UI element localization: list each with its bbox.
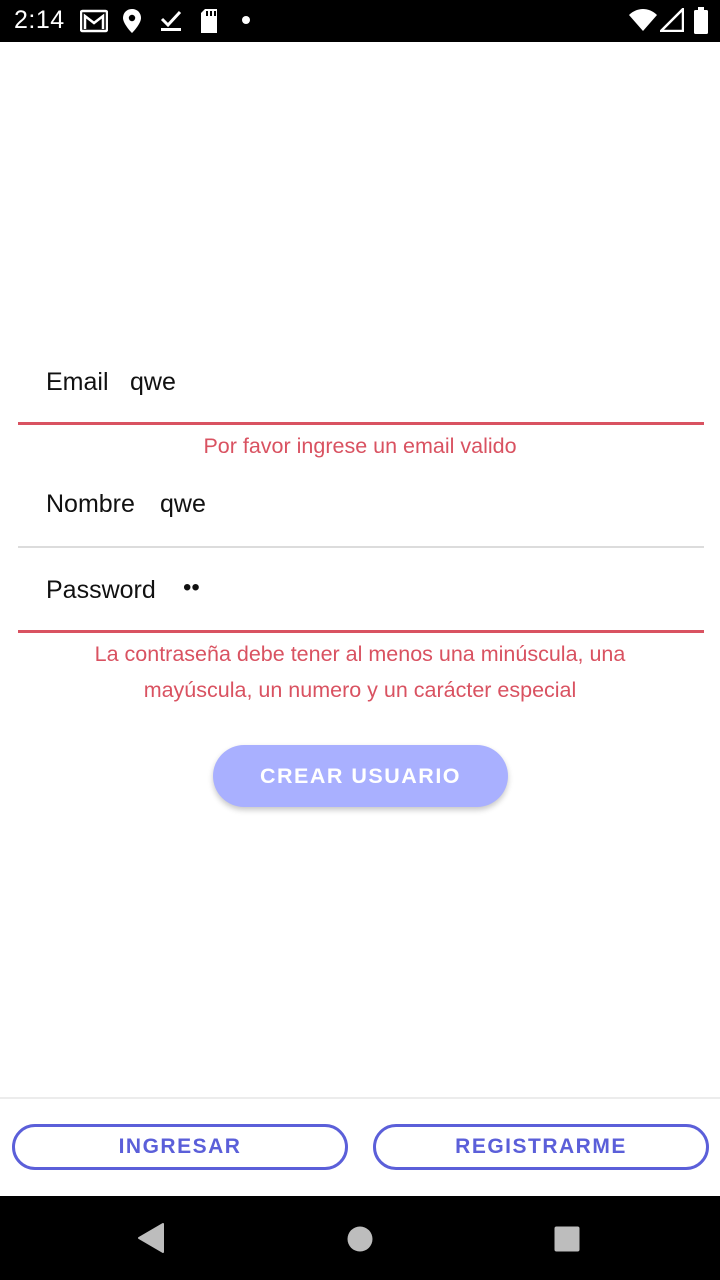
dot-icon [242,16,250,24]
bottom-divider [0,1097,720,1099]
wifi-icon [629,9,657,31]
status-bar: 2:14 [0,0,720,42]
email-value[interactable]: qwe [130,368,176,397]
check-download-icon [160,10,182,31]
gmail-icon [80,9,108,33]
password-field[interactable]: Password •• [18,568,704,638]
password-underline [18,630,704,633]
nombre-label: Nombre [46,490,135,518]
register-button[interactable]: REGISTRARME [373,1124,709,1170]
email-field[interactable]: Email qwe [18,360,704,430]
login-button[interactable]: INGRESAR [12,1124,348,1170]
nombre-field[interactable]: Nombre qwe [18,482,704,552]
home-icon[interactable] [346,1225,374,1253]
email-underline [18,422,704,425]
nombre-value[interactable]: qwe [160,490,206,519]
password-error-line-2: mayúscula, un numero y un carácter espec… [143,678,577,702]
signal-icon [660,8,684,32]
navigation-bar [0,1196,720,1280]
status-time: 2:14 [14,6,65,34]
create-user-button[interactable]: CREAR USUARIO [213,745,508,807]
back-icon[interactable] [137,1222,165,1254]
recents-icon[interactable] [553,1225,581,1253]
location-icon [123,9,141,33]
password-value[interactable]: •• [183,574,200,602]
nombre-underline [18,546,704,548]
email-error-text: Por favor ingrese un email valido [203,434,517,458]
password-error-line-1: La contraseña debe tener al menos una mi… [94,642,626,666]
email-label: Email [46,368,109,396]
sd-card-icon [201,9,217,33]
battery-icon [694,7,708,34]
password-label: Password [46,576,156,604]
